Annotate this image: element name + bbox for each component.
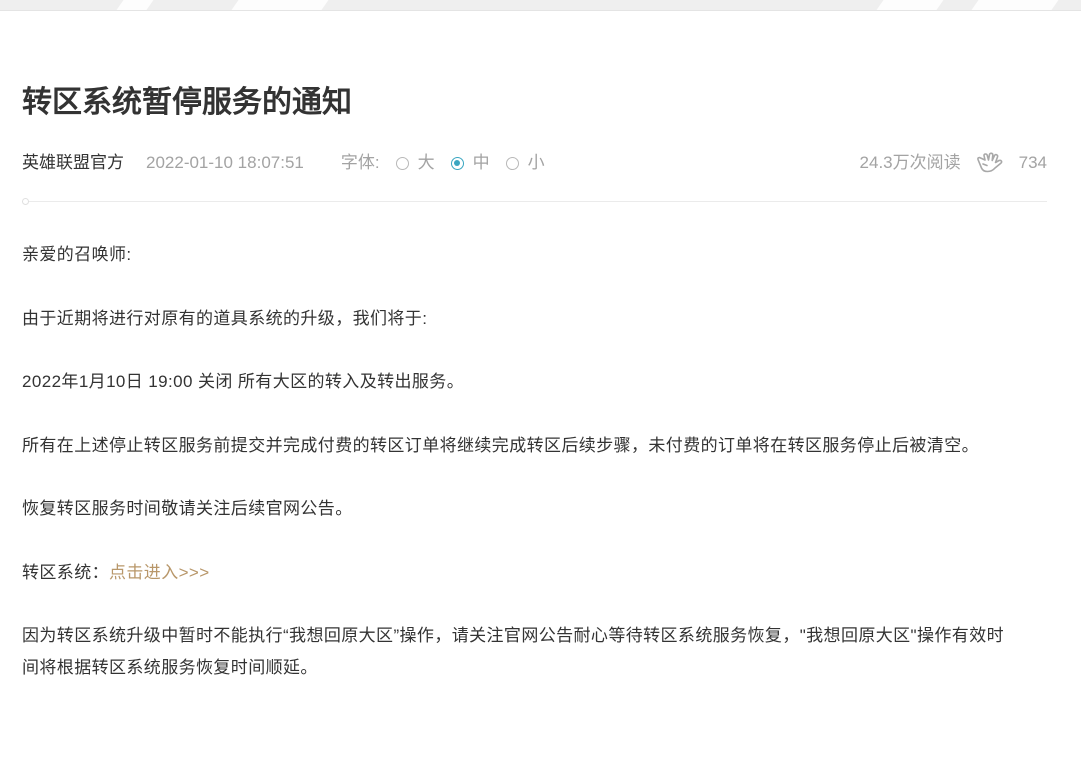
paragraph: 2022年1月10日 19:00 关闭 所有大区的转入及转出服务。 <box>22 372 465 391</box>
publish-datetime: 2022-01-10 18:07:51 <box>146 153 304 172</box>
hand-icon[interactable] <box>975 152 1005 174</box>
author-name: 英雄联盟官方 <box>22 153 124 172</box>
paragraph-transfer-link: 转区系统：点击进入>>> <box>22 557 1018 589</box>
font-size-label: 字体: <box>340 153 380 172</box>
article-meta: 英雄联盟官方 2022-01-10 18:07:51 字体: 大 中 小 24.… <box>22 151 1047 175</box>
article-body: 亲爱的召唤师: 由于近期将进行对原有的道具系统的升级，我们将于: 2022年1月… <box>22 239 1018 684</box>
banner-decoration <box>116 0 154 10</box>
paragraph-closing: 因为转区系统升级中暂时不能执行“我想回原大区”操作，请关注官网公告耐心等待转区系… <box>22 626 1004 677</box>
top-banner <box>0 0 1081 11</box>
font-size-option-label: 大 <box>417 153 435 172</box>
font-size-option-large[interactable]: 大 <box>395 151 435 175</box>
paragraph: 由于近期将进行对原有的道具系统的升级，我们将于: <box>22 308 428 328</box>
like-count: 734 <box>1018 153 1047 172</box>
paragraph: 所有在上述停止转区服务前提交并完成付费的转区订单将继续完成转区后续步骤，未付费的… <box>22 435 979 455</box>
font-size-option-label: 小 <box>527 153 545 172</box>
banner-decoration <box>876 0 944 10</box>
article: 转区系统暂停服务的通知 英雄联盟官方 2022-01-10 18:07:51 字… <box>22 83 1047 684</box>
radio-icon[interactable] <box>395 156 409 170</box>
paragraph-greeting: 亲爱的召唤师: <box>22 245 132 264</box>
radio-icon[interactable] <box>450 156 464 170</box>
banner-decoration <box>971 0 1059 10</box>
banner-decoration <box>231 0 329 10</box>
transfer-system-label: 转区系统： <box>22 562 109 582</box>
paragraph: 恢复转区服务时间敬请关注后续官网公告。 <box>22 499 353 518</box>
font-size-option-small[interactable]: 小 <box>505 151 545 175</box>
page-title: 转区系统暂停服务的通知 <box>22 86 352 119</box>
view-count: 24.3万次阅读 <box>859 153 961 172</box>
divider <box>22 198 1047 205</box>
font-size-option-medium[interactable]: 中 <box>450 151 490 175</box>
divider-dot <box>22 198 29 205</box>
font-size-option-label: 中 <box>472 153 490 172</box>
article-stats: 24.3万次阅读 734 <box>860 151 1047 175</box>
enter-transfer-system-link[interactable]: 点击进入>>> <box>109 563 210 582</box>
radio-icon[interactable] <box>505 156 519 170</box>
